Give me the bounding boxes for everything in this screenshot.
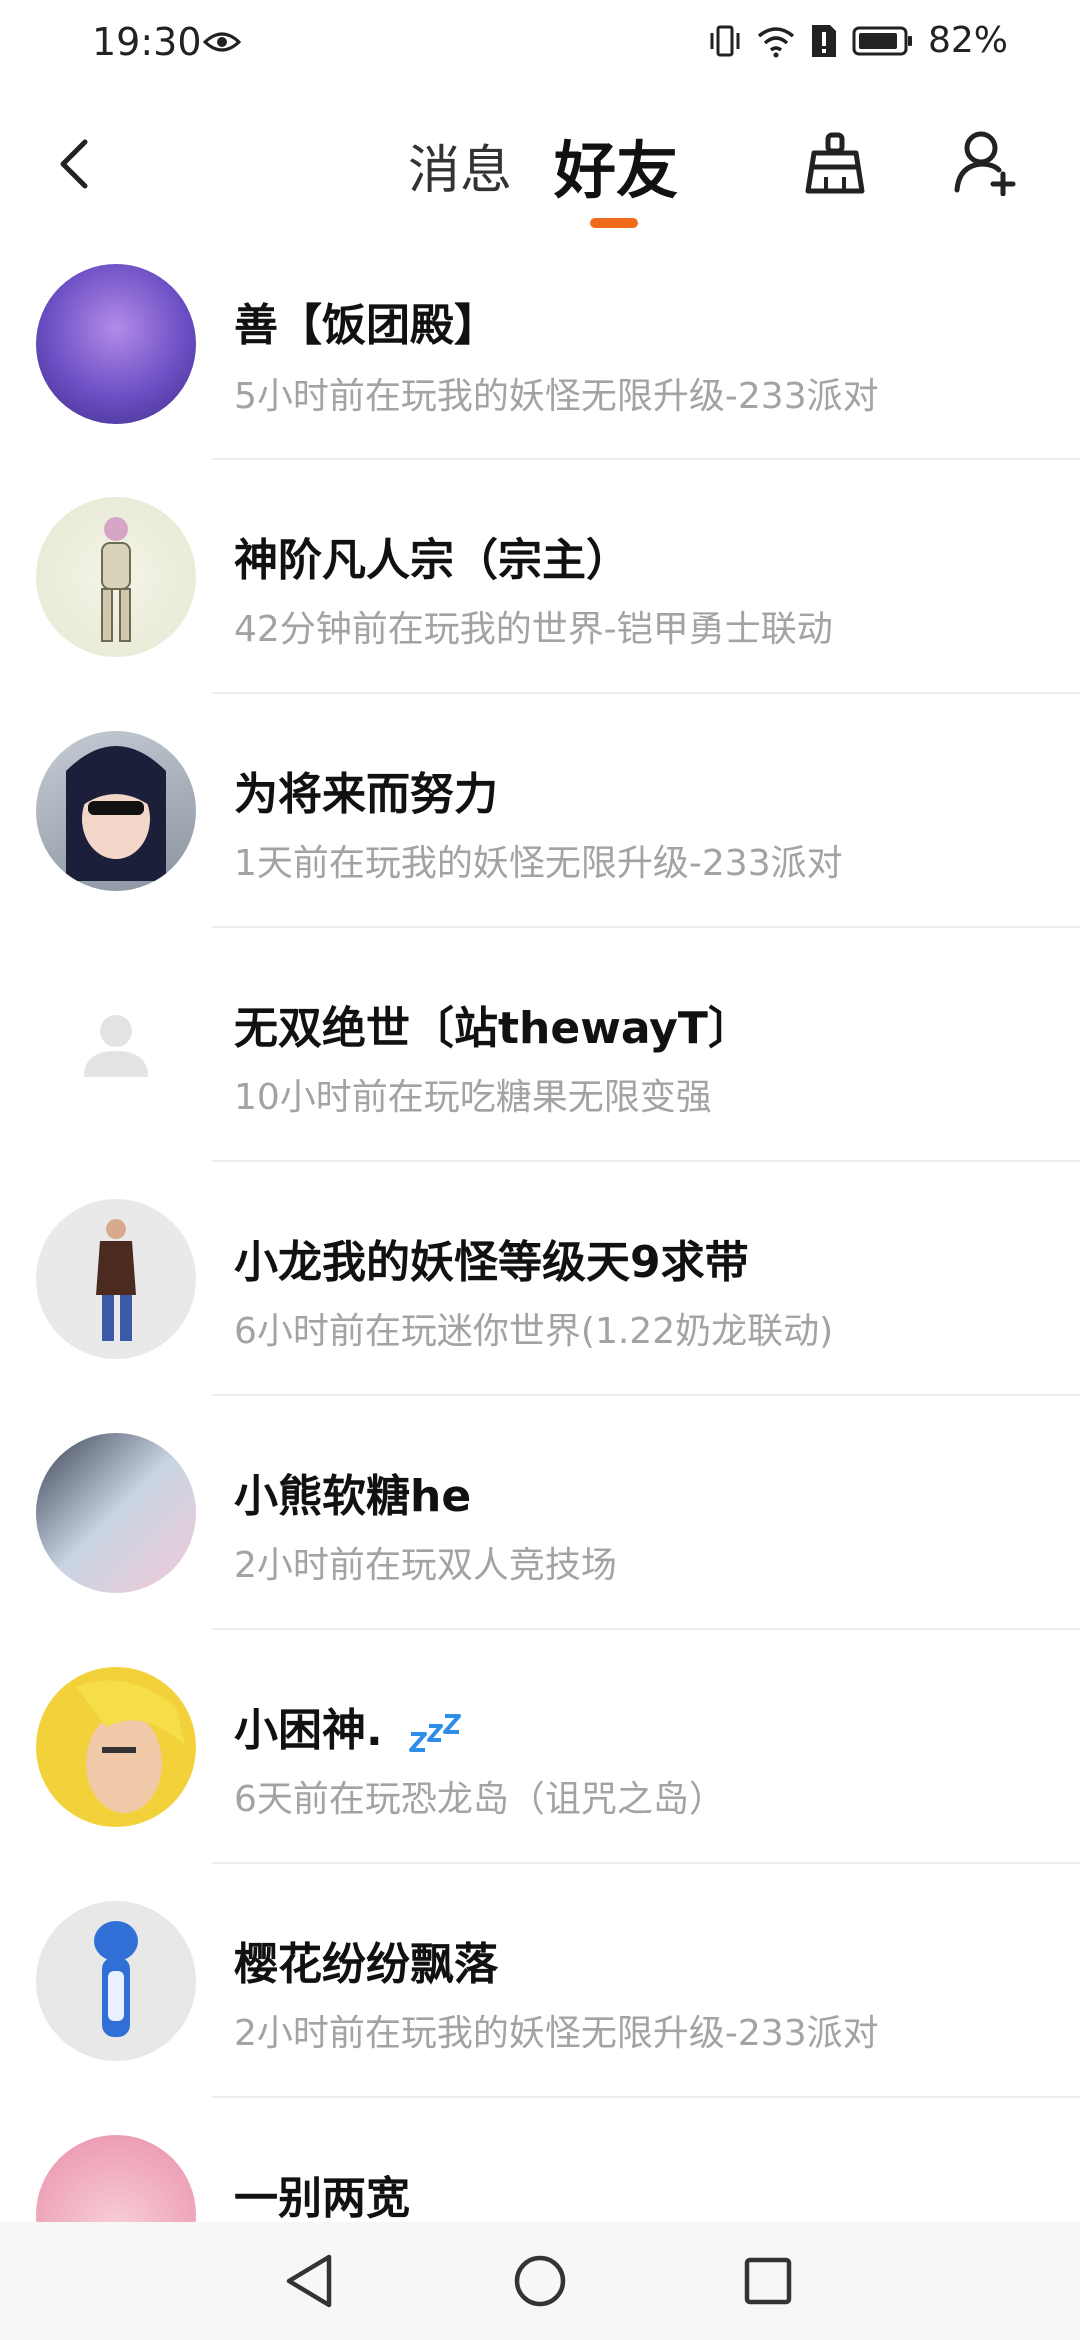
friend-name: 善【饭团殿】 bbox=[234, 300, 498, 351]
friend-name: 樱花纷纷飘落 bbox=[234, 1939, 498, 1990]
tab-messages[interactable]: 消息 bbox=[408, 128, 512, 203]
vibrate-icon bbox=[710, 25, 740, 56]
friend-item[interactable]: 小熊软糖he 2小时前在玩双人竞技场 bbox=[0, 1396, 1080, 1630]
sleep-zzz-icon bbox=[408, 1714, 461, 1752]
avatar-figure bbox=[66, 746, 166, 881]
friend-status: 10小时前在玩吃糖果无限变强 bbox=[234, 1077, 712, 1118]
friend-name: 为将来而努力 bbox=[234, 769, 498, 820]
tab-indicator bbox=[590, 218, 638, 228]
avatar[interactable] bbox=[36, 1199, 196, 1359]
eye-icon bbox=[203, 32, 241, 52]
friend-name: 小龙我的妖怪等级天9求带 bbox=[234, 1237, 749, 1288]
battery-percent: 82% bbox=[927, 20, 1008, 61]
square-recents-icon bbox=[744, 2257, 792, 2305]
avatar[interactable] bbox=[36, 264, 196, 424]
friend-status: 1天前在玩我的妖怪无限升级-233派对 bbox=[234, 843, 843, 884]
friend-list: 善【饭团殿】 5小时前在玩我的妖怪无限升级-233派对 神阶凡人宗（宗主） 42… bbox=[0, 263, 1080, 2332]
sim-alert-icon bbox=[811, 24, 836, 57]
wifi-icon bbox=[757, 26, 795, 57]
friend-status: 2小时前在玩双人竞技场 bbox=[234, 1545, 617, 1586]
status-icons: 82% bbox=[708, 20, 1008, 61]
default-avatar-icon bbox=[84, 1015, 148, 1077]
friend-status: 6天前在玩恐龙岛（诅咒之岛） bbox=[234, 1779, 725, 1820]
friend-item[interactable]: 小龙我的妖怪等级天9求带 6小时前在玩迷你世界(1.22奶龙联动) bbox=[0, 1162, 1080, 1396]
friend-item[interactable]: 无双绝世〔站thewayT〕 10小时前在玩吃糖果无限变强 bbox=[0, 928, 1080, 1162]
back-button[interactable] bbox=[44, 124, 104, 204]
circle-home-icon bbox=[514, 2255, 566, 2307]
friend-status: 5小时前在玩我的妖怪无限升级-233派对 bbox=[234, 376, 879, 417]
friend-item[interactable]: 神阶凡人宗（宗主） 42分钟前在玩我的世界-铠甲勇士联动 bbox=[0, 460, 1080, 694]
friend-name: 小困神. bbox=[234, 1694, 465, 1758]
avatar[interactable] bbox=[36, 731, 196, 891]
avatar-figure bbox=[94, 1921, 138, 2037]
avatar[interactable] bbox=[36, 1667, 196, 1827]
avatar-figure bbox=[76, 1680, 186, 1813]
friend-item[interactable]: 小困神. 6天前在玩恐龙岛（诅咒之岛） bbox=[0, 1630, 1080, 1864]
triangle-back-icon bbox=[286, 2254, 332, 2308]
nav-home-button[interactable] bbox=[503, 2244, 577, 2318]
nav-recents-button[interactable] bbox=[731, 2244, 805, 2318]
friend-name: 一别两宽 bbox=[234, 2173, 410, 2224]
avatar-figure bbox=[101, 517, 131, 642]
nav-back-button[interactable] bbox=[272, 2244, 346, 2318]
broom-icon bbox=[805, 132, 865, 194]
friend-name: 神阶凡人宗（宗主） bbox=[234, 535, 630, 586]
avatar[interactable] bbox=[36, 1901, 196, 2061]
friend-name-text: 小困神. bbox=[234, 1705, 383, 1756]
friend-name: 小熊软糖he bbox=[234, 1471, 472, 1522]
tab-friends[interactable]: 好友 bbox=[554, 120, 678, 210]
add-user-icon bbox=[954, 131, 1016, 196]
chevron-left-icon bbox=[60, 139, 88, 189]
status-time: 19:30 bbox=[92, 20, 202, 64]
battery-icon bbox=[852, 26, 912, 55]
add-friend-button[interactable] bbox=[950, 122, 1020, 202]
friend-status: 6小时前在玩迷你世界(1.22奶龙联动) bbox=[234, 1311, 834, 1352]
header: 消息 好友 bbox=[0, 110, 1080, 240]
avatar-figure bbox=[96, 1219, 136, 1341]
friend-name: 无双绝世〔站thewayT〕 bbox=[234, 1003, 752, 1054]
status-bar: 19:30 82% bbox=[0, 0, 1080, 90]
avatar[interactable] bbox=[36, 497, 196, 657]
friend-item[interactable]: 善【饭团殿】 5小时前在玩我的妖怪无限升级-233派对 bbox=[0, 263, 1080, 460]
friend-status: 42分钟前在玩我的世界-铠甲勇士联动 bbox=[234, 609, 833, 650]
avatar[interactable] bbox=[36, 1433, 196, 1593]
friend-item[interactable]: 为将来而努力 1天前在玩我的妖怪无限升级-233派对 bbox=[0, 694, 1080, 928]
cleaner-button[interactable] bbox=[800, 124, 870, 204]
avatar[interactable] bbox=[36, 965, 196, 1125]
friend-status: 2小时前在玩我的妖怪无限升级-233派对 bbox=[234, 2013, 879, 2054]
system-nav-bar bbox=[0, 2222, 1080, 2340]
friend-item[interactable]: 樱花纷纷飘落 2小时前在玩我的妖怪无限升级-233派对 bbox=[0, 1864, 1080, 2098]
